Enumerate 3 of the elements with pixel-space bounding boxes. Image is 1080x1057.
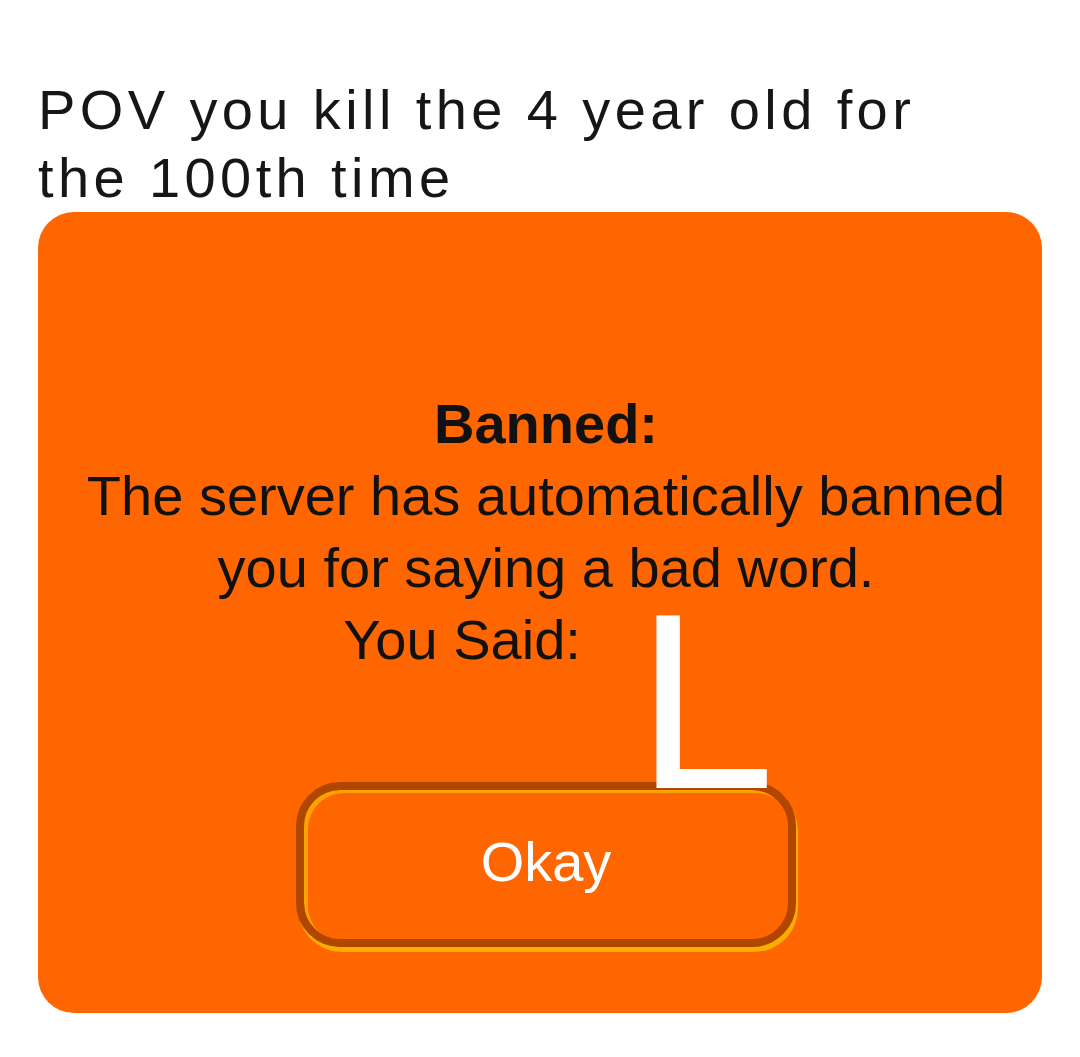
meme-caption: POV you kill the 4 year old for the 100th time <box>38 77 917 211</box>
dialog-prompt: You Said: <box>343 607 581 673</box>
dialog-title: Banned: <box>434 391 658 457</box>
